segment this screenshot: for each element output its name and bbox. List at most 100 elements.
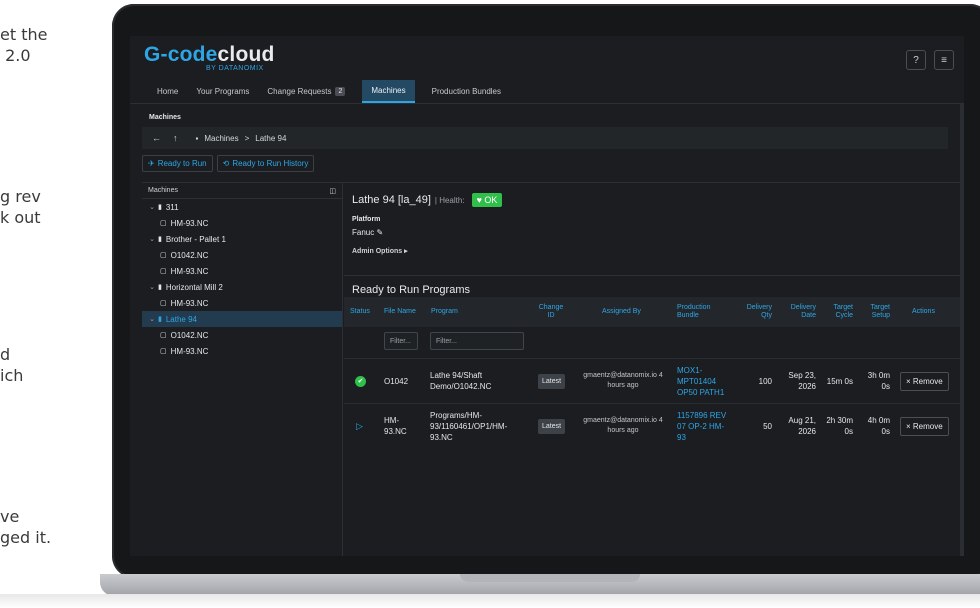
admin-options-toggle[interactable]: Admin Options ▸ [344,237,964,255]
nav-machines[interactable]: Machines [362,80,415,103]
tree-file-item[interactable]: ▢ HM-93.NC [142,343,342,359]
edit-pencil-icon[interactable]: ✎ [376,228,383,237]
collapse-panel-icon[interactable]: ◫ [329,187,336,195]
cell-target-setup: 3h 0m 0s [867,371,890,391]
ready-to-run-button[interactable]: ✈ Ready to Run [142,155,213,172]
nav-production-bundles[interactable]: Production Bundles [423,80,510,103]
machine-title-row: Lathe 94 [la_49] | Health: ♥ OK [344,183,964,207]
nav-change-requests[interactable]: Change Requests 2 [258,80,354,103]
content-area: Machines ◫ ⌄ ▮ 311 ▢ HM-93.NC ⌄ ▮ Brother - Pal… [142,182,964,556]
machine-icon: ▮ [158,284,162,291]
tree-machine-item[interactable]: ⌄ ▮ Lathe 94 [142,311,342,327]
col-status[interactable]: Status [350,297,370,327]
table-row[interactable]: ✔ O1042 Lathe 94/Shaft Demo/O1042.NC Lat… [344,358,964,402]
chevron-down-icon[interactable]: ⌄ [146,283,158,291]
platform-value-row: Fanuc ✎ [344,223,964,237]
tree-rows: ⌄ ▮ 311 ▢ HM-93.NC ⌄ ▮ Brother - Pallet 1 ▢ O1042… [142,199,342,359]
help-icon[interactable]: ? [906,50,926,70]
breadcrumb-separator: > [244,133,250,143]
cell-assigned-by: gmaentz@datanomix.io 4 hours ago [583,372,663,389]
health-status-value: OK [484,195,498,205]
chevron-down-icon[interactable]: ⌄ [146,235,158,243]
chevron-down-icon[interactable]: ⌄ [146,315,158,323]
laptop-shadow [0,594,980,608]
laptop-base [100,574,980,596]
cell-delivery-date: Sep 23, 2026 [788,371,816,391]
table-row[interactable]: ▷ HM-93.NC Programs/HM-93/1160461/OP1/HM… [344,403,964,447]
col-change-id[interactable]: Change ID [536,297,566,327]
production-bundle-link[interactable]: MOX1-MPT01404 OP50 PATH1 [677,359,733,403]
tree-machine-item[interactable]: ⌄ ▮ Horizontal Mill 2 [142,279,342,295]
back-arrow-icon[interactable]: ← [152,133,161,143]
tree-file-item[interactable]: ▢ HM-93.NC [142,295,342,311]
tree-machine-item[interactable]: ⌄ ▮ 311 [142,199,342,215]
remove-button[interactable]: × Remove [900,371,949,391]
col-production-bundle[interactable]: Production Bundle [677,297,727,327]
nav-home-label: Home [157,87,179,96]
health-status-badge: ♥ OK [471,193,503,207]
col-delivery-date[interactable]: Delivery Date [784,297,816,327]
tree-file-item[interactable]: ▢ HM-93.NC [142,263,342,279]
machine-detail: Lathe 94 [la_49] | Health: ♥ OK Platform… [344,183,964,556]
col-file-name[interactable]: File Name [384,297,416,327]
ready-to-run-history-button[interactable]: ⟲ Ready to Run History [216,155,315,172]
admin-options-label: Admin Options [352,248,403,255]
machine-icon: ▮ [158,236,162,243]
tree-header-label: Machines [148,187,178,194]
heart-icon: ♥ [476,195,482,205]
nav-machines-label: Machines [371,86,406,95]
change-id-badge: Latest [538,373,566,389]
production-bundle-link[interactable]: 1157896 REV 07 OP-2 HM-93 [677,404,733,448]
cell-assigned-by: gmaentz@datanomix.io 4 hours ago [583,417,663,434]
nav-home[interactable]: Home [148,80,187,103]
tree-item-label: Horizontal Mill 2 [165,282,223,292]
breadcrumb: ▪ Machines > Lathe 94 [196,134,287,143]
up-arrow-icon[interactable]: ↑ [173,133,178,143]
nav-production-bundles-label: Production Bundles [431,87,501,96]
file-name-filter[interactable]: Filter... [384,332,418,350]
cell-target-cycle: 2h 30m 0s [826,416,853,436]
side-text-1: et the 2.0 [0,25,48,65]
cell-program: Programs/HM-93/1160461/OP1/HM-93.NC [430,410,508,442]
ready-to-run-title: Ready to Run Programs [344,275,964,296]
tree-machine-item[interactable]: ⌄ ▮ Brother - Pallet 1 [142,231,342,247]
breadcrumb-machines[interactable]: Machines [204,134,238,143]
menu-icon[interactable]: ≡ [934,50,954,70]
tree-file-item[interactable]: ▢ HM-93.NC [142,215,342,231]
scrollbar[interactable] [960,104,964,556]
tree-item-label: O1042.NC [170,250,209,260]
col-assigned-by[interactable]: Assigned By [602,297,641,327]
machine-tree: Machines ◫ ⌄ ▮ 311 ▢ HM-93.NC ⌄ ▮ Brother - Pal… [142,183,343,556]
tree-item-label: 311 [165,202,179,212]
tree-file-item[interactable]: ▢ O1042.NC [142,327,342,343]
status-check-icon: ✔ [355,375,366,387]
machine-icon: ▮ [158,316,162,323]
tree-header: Machines ◫ [142,183,342,199]
file-icon: ▢ [160,332,167,339]
brand-byline: BY DATANOMIX [206,65,264,72]
tree-file-item[interactable]: ▢ O1042.NC [142,247,342,263]
tree-item-label: HM-93.NC [170,218,209,228]
run-actions: ✈ Ready to Run ⟲ Ready to Run History [142,155,964,172]
program-filter[interactable]: Filter... [430,332,524,350]
remove-button[interactable]: × Remove [900,416,949,436]
tree-item-label: O1042.NC [170,330,209,340]
logo[interactable]: G-codecloud BY DATANOMIX [144,44,275,72]
breadcrumb-lathe-94[interactable]: Lathe 94 [255,134,286,143]
ready-to-run-label: Ready to Run [157,159,207,168]
col-target-cycle[interactable]: Target Cycle [825,297,853,327]
nav-your-programs[interactable]: Your Programs [187,80,258,103]
file-icon: ▢ [160,300,167,307]
cell-delivery-date: Aug 21, 2026 [788,416,816,436]
chevron-down-icon[interactable]: ⌄ [146,203,158,211]
rocket-icon: ✈ [148,159,155,168]
file-icon: ▢ [160,268,167,275]
play-icon: ▷ [356,420,363,431]
col-delivery-qty[interactable]: Delivery Qty [738,297,772,327]
cell-target-cycle: 15m 0s [826,376,853,386]
col-program[interactable]: Program [431,297,458,327]
file-icon: ▢ [160,348,167,355]
col-actions: Actions [912,308,935,315]
cell-delivery-qty: 50 [763,421,772,431]
col-target-setup[interactable]: Target Setup [862,297,890,327]
